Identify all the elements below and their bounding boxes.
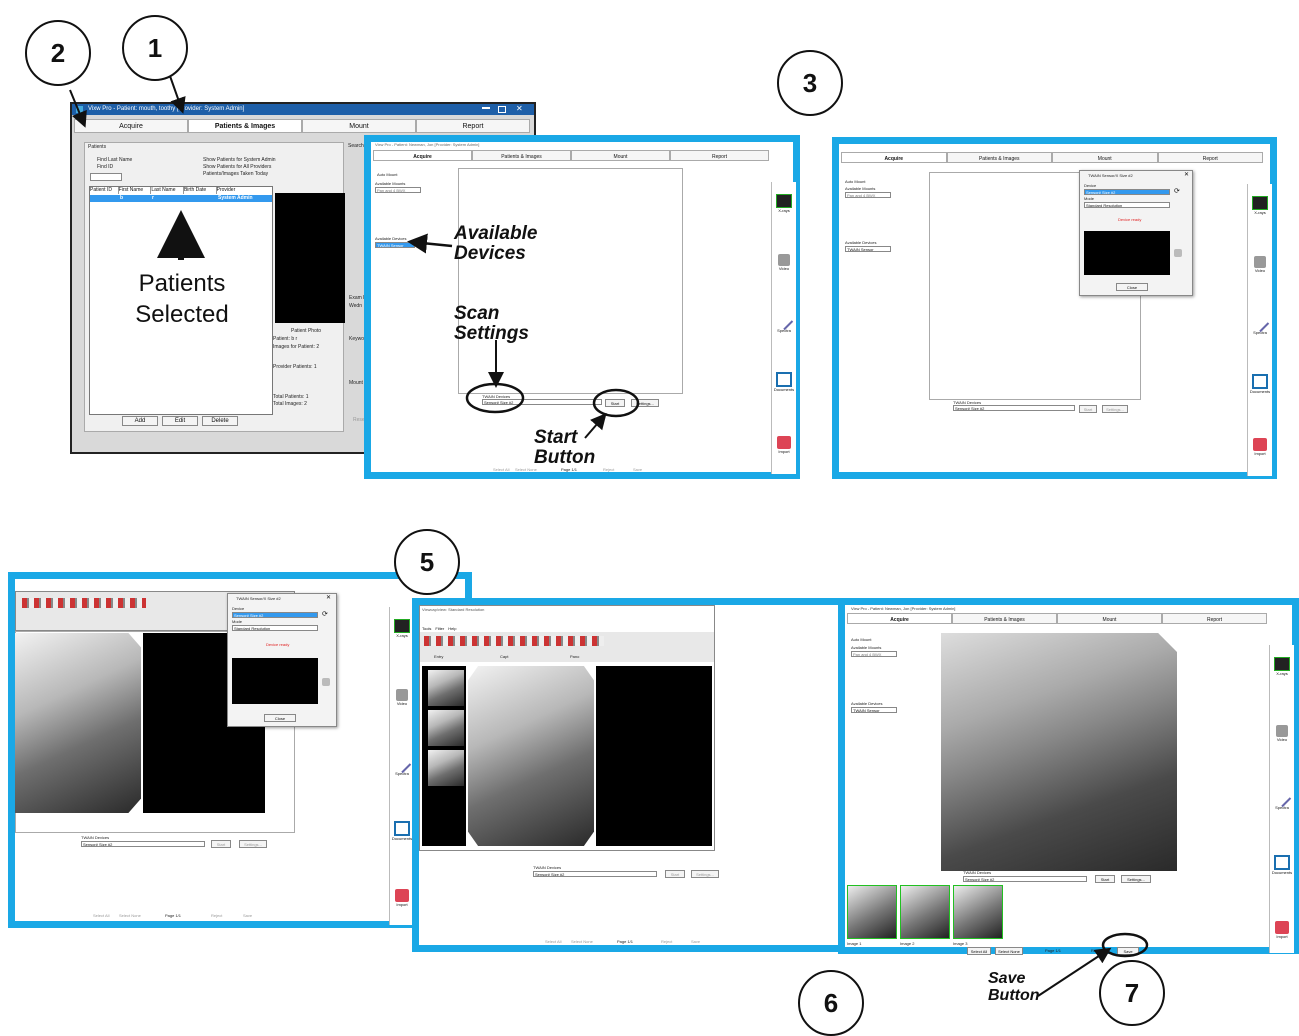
step-3-badge: 3: [777, 50, 843, 116]
step-1-badge: 1: [122, 15, 188, 81]
start-button-callout: Start Button: [534, 427, 596, 468]
save-button-ellipse: [1101, 932, 1149, 958]
arrow-save-button: [1037, 947, 1112, 997]
annotation-arrows: [69, 75, 1149, 997]
available-devices-callout: Available Devices: [454, 223, 538, 264]
arrow-step1: [169, 75, 186, 114]
scan-settings-callout: Scan Settings: [454, 303, 529, 344]
step-2-badge: 2: [25, 20, 91, 86]
step-6-badge: 6: [798, 970, 864, 1036]
step-5-badge: 5: [394, 529, 460, 595]
save-button-callout: Save Button: [988, 970, 1040, 1004]
arrow-step2: [69, 89, 87, 128]
patients-selected-callout: Patients Selected: [135, 270, 229, 328]
step-7-badge: 7: [1099, 960, 1165, 1026]
arrow-available-devices: [407, 233, 453, 254]
scan-settings-ellipse: [465, 382, 525, 414]
start-button-ellipse: [592, 388, 640, 418]
